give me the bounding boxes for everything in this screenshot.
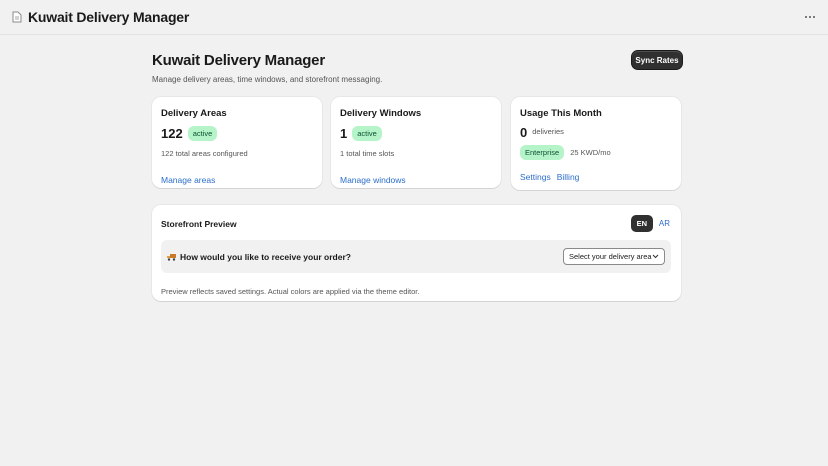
manage-windows-link[interactable]: Manage windows xyxy=(340,175,406,185)
windows-count: 1 xyxy=(340,126,348,141)
card-title: Usage This Month xyxy=(520,108,602,119)
delivery-question: How would you like to receive your order… xyxy=(180,251,351,262)
ellipsis-icon xyxy=(805,16,815,18)
areas-count: 122 xyxy=(161,126,183,141)
card-title: Storefront Preview xyxy=(161,219,237,229)
language-ar-button[interactable]: AR xyxy=(657,219,672,228)
chevron-down-icon xyxy=(652,254,659,259)
settings-link[interactable]: Settings xyxy=(520,172,551,182)
page-title: Kuwait Delivery Manager xyxy=(152,52,325,69)
card-title: Delivery Areas xyxy=(161,108,227,119)
page-subtitle: Manage delivery areas, time windows, and… xyxy=(152,75,383,84)
manage-areas-link[interactable]: Manage areas xyxy=(161,175,215,185)
preview-note: Preview reflects saved settings. Actual … xyxy=(161,287,420,296)
delivery-truck-icon xyxy=(167,253,177,261)
sync-rates-button[interactable]: Sync Rates xyxy=(632,51,682,69)
language-en-button[interactable]: EN xyxy=(630,215,653,232)
app-title: Kuwait Delivery Manager xyxy=(28,9,190,25)
plan-price: 25 KWD/mo xyxy=(570,148,611,157)
areas-note: 122 total areas configured xyxy=(161,149,248,158)
storefront-widget-preview: How would you like to receive your order… xyxy=(161,240,671,273)
delivery-areas-card: Delivery Areas 122 active 122 total area… xyxy=(152,97,322,188)
billing-link[interactable]: Billing xyxy=(557,172,580,182)
delivery-area-select[interactable]: Select your delivery area xyxy=(563,248,665,265)
language-toggle: EN AR xyxy=(630,215,672,232)
usage-count: 0 xyxy=(520,125,528,140)
usage-card: Usage This Month 0 deliveries Enterprise… xyxy=(511,97,681,190)
page-header: Kuwait Delivery Manager Manage delivery … xyxy=(152,52,682,84)
delivery-windows-card: Delivery Windows 1 active 1 total time s… xyxy=(331,97,501,188)
document-icon xyxy=(12,11,22,23)
status-badge: active xyxy=(187,126,218,141)
status-badge: active xyxy=(352,126,382,141)
more-actions-button[interactable] xyxy=(802,10,818,24)
delivery-area-select-value: Select your delivery area xyxy=(569,252,652,261)
app-topbar: Kuwait Delivery Manager xyxy=(0,0,828,35)
storefront-preview-card: Storefront Preview EN AR How would you l… xyxy=(152,205,681,301)
plan-badge: Enterprise xyxy=(520,145,565,160)
usage-unit: deliveries xyxy=(532,127,564,136)
windows-note: 1 total time slots xyxy=(340,149,395,158)
card-title: Delivery Windows xyxy=(340,108,422,119)
